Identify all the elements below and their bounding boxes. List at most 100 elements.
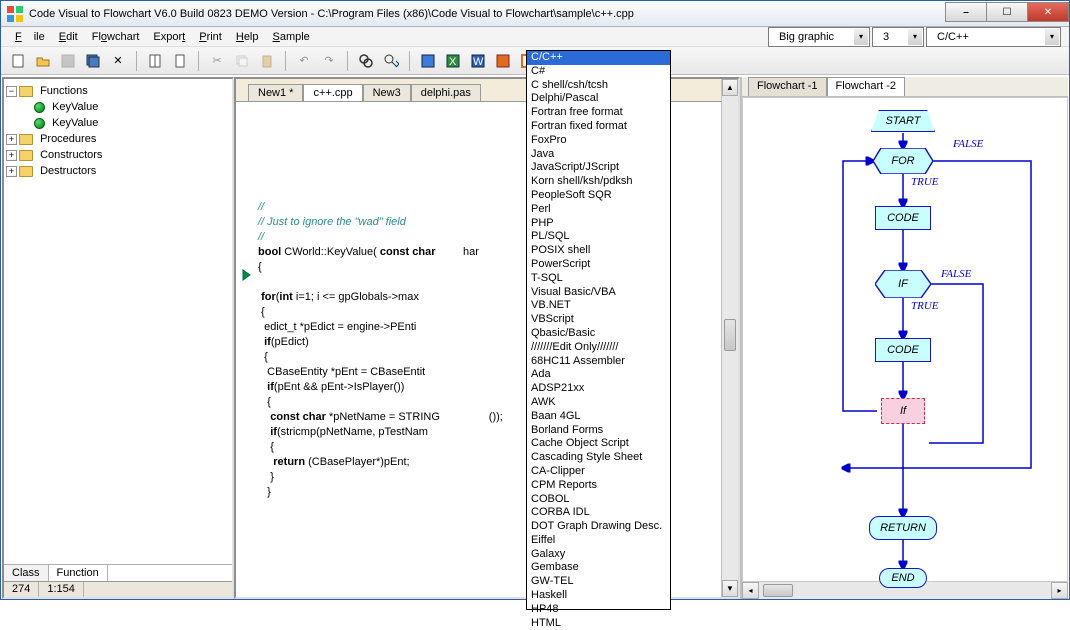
minimize-button[interactable] — [945, 2, 987, 22]
language-option[interactable]: CA-Clipper — [527, 465, 670, 479]
scroll-left-icon[interactable]: ◂ — [742, 582, 759, 599]
close-button[interactable] — [1027, 2, 1069, 22]
flowchart-hscroll[interactable]: ◂ ▸ — [742, 582, 1068, 599]
undo-icon[interactable]: ↶ — [293, 50, 315, 72]
language-option[interactable]: Fortran free format — [527, 106, 670, 120]
open-file-icon[interactable] — [32, 50, 54, 72]
expand-icon[interactable]: + — [6, 150, 17, 161]
save-icon[interactable] — [57, 50, 79, 72]
tab-function[interactable]: Function — [49, 565, 108, 581]
language-option[interactable]: DOT Graph Drawing Desc. — [527, 520, 670, 534]
language-option[interactable]: Delphi/Pascal — [527, 92, 670, 106]
export-doc-icon[interactable]: W — [467, 50, 489, 72]
tab-flowchart-2[interactable]: Flowchart -2 — [827, 77, 906, 96]
language-option[interactable]: CORBA IDL — [527, 506, 670, 520]
find-next-icon[interactable] — [380, 50, 402, 72]
cut-icon[interactable]: ✂ — [206, 50, 228, 72]
graphic-size-select[interactable]: Big graphic▾ — [768, 27, 870, 47]
tab-class[interactable]: Class — [4, 565, 49, 581]
language-option[interactable]: PeopleSoft SQR — [527, 189, 670, 203]
expand-icon[interactable]: + — [6, 166, 17, 177]
paste-icon[interactable] — [256, 50, 278, 72]
file-tab-new3[interactable]: New3 — [363, 84, 411, 101]
language-option[interactable]: Baan 4GL — [527, 410, 670, 424]
menu-file[interactable]: File — [9, 29, 51, 45]
language-option[interactable]: HTML — [527, 617, 670, 630]
language-option[interactable]: Haskell — [527, 589, 670, 603]
flowchart-canvas[interactable]: START FOR CODE IF CODE If RETURN END TRU… — [742, 97, 1068, 582]
language-option[interactable]: GW-TEL — [527, 575, 670, 589]
menu-export[interactable]: Export — [147, 29, 191, 45]
language-option[interactable]: Qbasic/Basic — [527, 327, 670, 341]
scroll-thumb[interactable] — [724, 319, 736, 351]
symbol-tree[interactable]: − Functions KeyValue KeyValue + Procedur… — [4, 79, 232, 564]
scroll-thumb[interactable] — [763, 584, 793, 597]
language-option[interactable]: VBScript — [527, 313, 670, 327]
find-icon[interactable] — [355, 50, 377, 72]
language-option[interactable]: POSIX shell — [527, 244, 670, 258]
number-select[interactable]: 3▾ — [872, 27, 924, 47]
language-option[interactable]: C# — [527, 65, 670, 79]
file-tab-delphi[interactable]: delphi.pas — [411, 84, 481, 101]
language-option[interactable]: JavaScript/JScript — [527, 161, 670, 175]
tree-node-keyvalue[interactable]: KeyValue — [6, 99, 230, 115]
language-select[interactable]: C/C++▾ — [926, 27, 1061, 47]
language-option[interactable]: COBOL — [527, 493, 670, 507]
language-option[interactable]: AWK — [527, 396, 670, 410]
language-option[interactable]: Gembase — [527, 561, 670, 575]
language-option[interactable]: PowerScript — [527, 258, 670, 272]
file-tab-cpp[interactable]: c++.cpp — [303, 84, 362, 101]
language-option[interactable]: C/C++ — [527, 51, 670, 65]
language-dropdown[interactable]: C/C++C#C shell/csh/tcshDelphi/PascalFort… — [526, 50, 671, 610]
export-xls-icon[interactable]: X — [442, 50, 464, 72]
menu-print[interactable]: Print — [193, 29, 228, 45]
copy-icon[interactable] — [231, 50, 253, 72]
page-icon[interactable] — [169, 50, 191, 72]
language-option[interactable]: HP48 — [527, 603, 670, 617]
tree-node-keyvalue[interactable]: KeyValue — [6, 115, 230, 131]
language-option[interactable]: ADSP21xx — [527, 382, 670, 396]
language-option[interactable]: Korn shell/ksh/pdksh — [527, 175, 670, 189]
language-option[interactable]: Perl — [527, 203, 670, 217]
tree-node-functions[interactable]: − Functions — [6, 83, 230, 99]
language-option[interactable]: Java — [527, 148, 670, 162]
export-bmp-icon[interactable] — [417, 50, 439, 72]
language-option[interactable]: 68HC11 Assembler — [527, 355, 670, 369]
save-all-icon[interactable] — [82, 50, 104, 72]
language-option[interactable]: VB.NET — [527, 299, 670, 313]
tab-flowchart-1[interactable]: Flowchart -1 — [748, 77, 827, 96]
menu-flowchart[interactable]: Flowchart — [86, 29, 146, 45]
menu-edit[interactable]: Edit — [53, 29, 84, 45]
collapse-icon[interactable]: − — [6, 86, 17, 97]
language-option[interactable]: PL/SQL — [527, 230, 670, 244]
menu-sample[interactable]: Sample — [267, 29, 316, 45]
book-icon[interactable] — [144, 50, 166, 72]
language-option[interactable]: Galaxy — [527, 548, 670, 562]
language-option[interactable]: Visual Basic/VBA — [527, 286, 670, 300]
language-option[interactable]: ///////Edit Only/////// — [527, 341, 670, 355]
language-option[interactable]: CPM Reports — [527, 479, 670, 493]
language-option[interactable]: Cascading Style Sheet — [527, 451, 670, 465]
maximize-button[interactable] — [986, 2, 1028, 22]
tree-node-destructors[interactable]: + Destructors — [6, 163, 230, 179]
redo-icon[interactable]: ↷ — [318, 50, 340, 72]
language-option[interactable]: T-SQL — [527, 272, 670, 286]
language-option[interactable]: FoxPro — [527, 134, 670, 148]
scroll-right-icon[interactable]: ▸ — [1051, 582, 1068, 599]
language-option[interactable]: C shell/csh/tcsh — [527, 79, 670, 93]
language-option[interactable]: PHP — [527, 217, 670, 231]
code-scrollbar[interactable]: ▲ ▼ — [721, 79, 738, 597]
close-doc-icon[interactable]: ✕ — [107, 50, 129, 72]
language-option[interactable]: Borland Forms — [527, 424, 670, 438]
expand-icon[interactable]: + — [6, 134, 17, 145]
language-option[interactable]: Eiffel — [527, 534, 670, 548]
language-option[interactable]: Cache Object Script — [527, 437, 670, 451]
file-tab-new1[interactable]: New1 * — [248, 84, 303, 101]
scroll-up-icon[interactable]: ▲ — [722, 79, 738, 96]
language-option[interactable]: Fortran fixed format — [527, 120, 670, 134]
tree-node-constructors[interactable]: + Constructors — [6, 147, 230, 163]
tree-node-procedures[interactable]: + Procedures — [6, 131, 230, 147]
export-ppt-icon[interactable] — [492, 50, 514, 72]
scroll-down-icon[interactable]: ▼ — [722, 580, 738, 597]
new-file-icon[interactable] — [7, 50, 29, 72]
